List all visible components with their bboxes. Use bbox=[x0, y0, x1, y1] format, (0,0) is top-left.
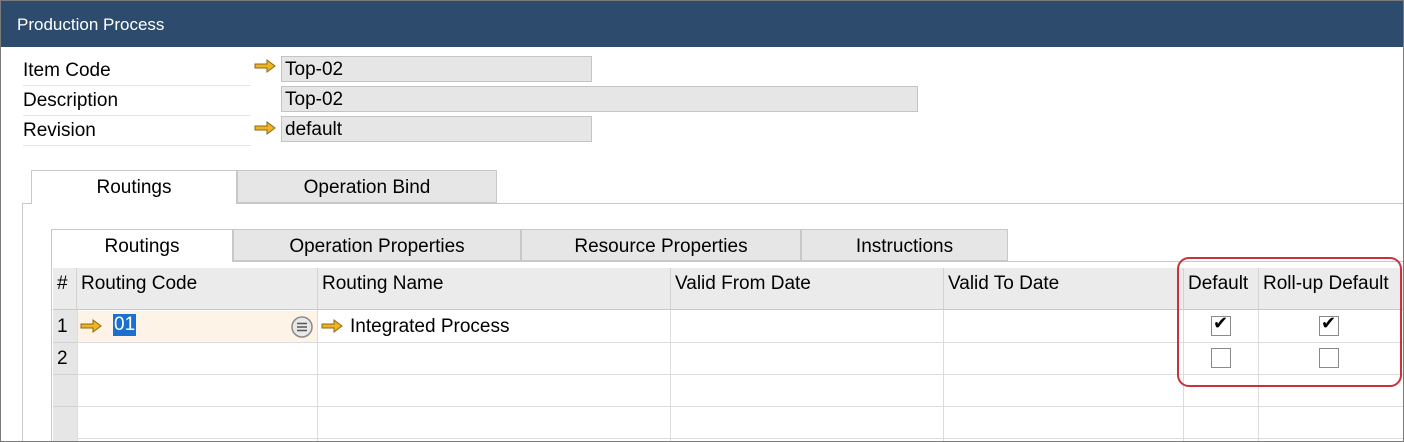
description-field[interactable]: Top-02 bbox=[281, 86, 918, 112]
row-number[interactable]: 2 bbox=[53, 343, 77, 375]
routing-code-cell[interactable]: 01 bbox=[78, 311, 317, 342]
highlight-annotation bbox=[1177, 257, 1402, 387]
link-arrow-icon[interactable] bbox=[254, 121, 276, 135]
column-header-valid-to-date[interactable]: Valid To Date bbox=[944, 268, 1184, 310]
grid-divider bbox=[943, 310, 944, 441]
link-arrow-icon[interactable] bbox=[321, 319, 343, 333]
window-title: Production Process bbox=[17, 15, 165, 34]
item-code-label: Item Code bbox=[23, 57, 251, 86]
column-header-number[interactable]: # bbox=[53, 268, 77, 310]
column-header-routing-code[interactable]: Routing Code bbox=[77, 268, 318, 310]
grid-divider bbox=[317, 310, 318, 441]
revision-label: Revision bbox=[23, 117, 251, 146]
link-arrow-icon[interactable] bbox=[254, 59, 276, 73]
grid-divider bbox=[77, 438, 1403, 439]
grid-divider bbox=[77, 406, 1403, 407]
tab-routings[interactable]: Routings bbox=[31, 170, 237, 204]
subtab-operation-properties[interactable]: Operation Properties bbox=[233, 229, 521, 261]
item-code-field[interactable]: Top-02 bbox=[281, 56, 592, 82]
column-header-valid-from-date[interactable]: Valid From Date bbox=[671, 268, 944, 310]
routing-name-value[interactable]: Integrated Process bbox=[350, 316, 509, 338]
tab-operation-bind[interactable]: Operation Bind bbox=[237, 170, 497, 203]
link-arrow-icon[interactable] bbox=[80, 319, 102, 333]
choose-list-icon[interactable] bbox=[290, 315, 314, 339]
subtab-instructions[interactable]: Instructions bbox=[801, 229, 1008, 261]
column-header-routing-name[interactable]: Routing Name bbox=[318, 268, 671, 310]
row-number[interactable] bbox=[53, 375, 77, 407]
description-label: Description bbox=[23, 87, 251, 116]
revision-field[interactable]: default bbox=[281, 116, 592, 142]
subtab-resource-properties[interactable]: Resource Properties bbox=[521, 229, 801, 261]
subtab-routings[interactable]: Routings bbox=[51, 229, 233, 262]
production-process-window: Production Process Item Code Top-02 Desc… bbox=[0, 0, 1404, 442]
routing-code-value[interactable]: 01 bbox=[113, 314, 137, 336]
grid-divider bbox=[670, 310, 671, 441]
row-number[interactable] bbox=[53, 407, 77, 441]
row-number[interactable]: 1 bbox=[53, 310, 77, 343]
title-bar: Production Process bbox=[1, 1, 1403, 47]
